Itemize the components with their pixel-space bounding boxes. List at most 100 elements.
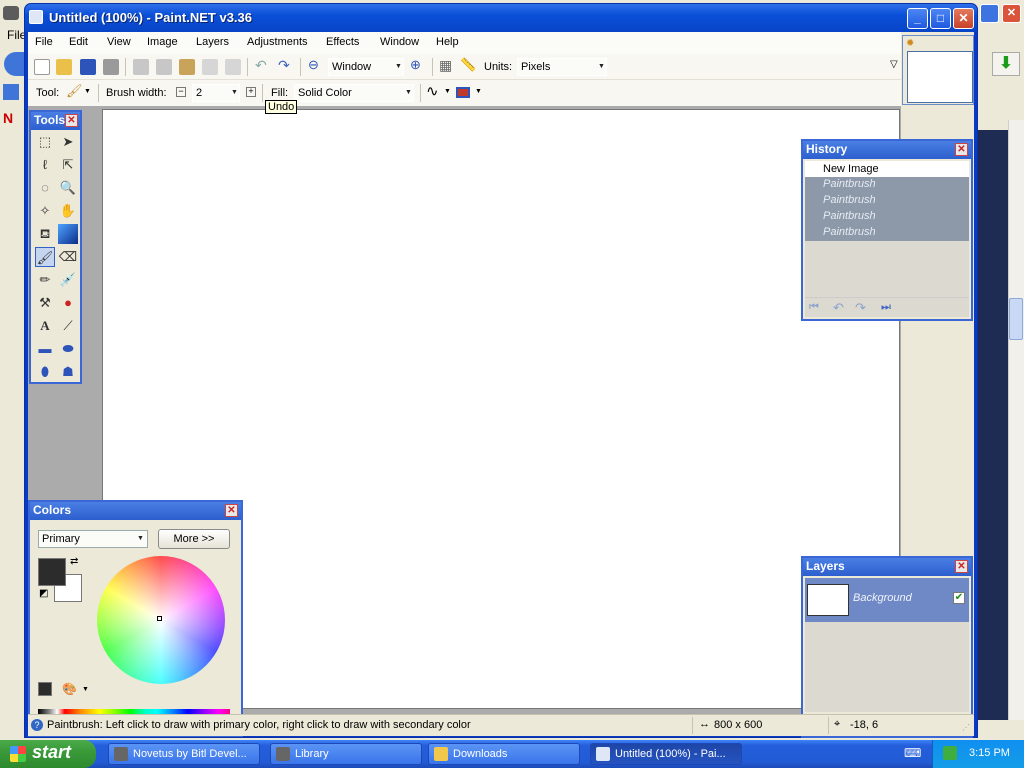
save-icon[interactable] — [80, 59, 96, 75]
background-close-button[interactable]: ✕ — [1002, 4, 1021, 23]
zoom-in-icon[interactable]: ⊕ — [410, 57, 421, 73]
primary-color-swatch[interactable] — [38, 558, 66, 586]
chevron-down-icon[interactable]: ▼ — [82, 686, 89, 693]
history-panel-title[interactable]: History ✕ — [803, 141, 971, 159]
close-button[interactable]: ✕ — [953, 8, 974, 29]
antialiasing-icon[interactable]: ∿ — [426, 82, 439, 100]
magic-wand-icon[interactable]: ✧ — [35, 201, 55, 221]
zoom-select[interactable]: Window ▼ — [328, 58, 404, 76]
recolor-icon[interactable]: ● — [58, 293, 78, 313]
taskbar-item-active[interactable]: Untitled (100%) - Pai... — [590, 743, 742, 765]
history-item[interactable]: Paintbrush — [823, 210, 876, 222]
color-picker-icon[interactable]: 💉 — [58, 270, 78, 290]
zoom-icon[interactable]: 🔍 — [58, 178, 78, 198]
background-restore-button[interactable] — [980, 4, 999, 23]
back-icon[interactable] — [4, 52, 24, 76]
layers-panel-close-button[interactable]: ✕ — [955, 560, 968, 573]
ruler-icon[interactable]: 📏 — [460, 57, 476, 73]
colors-panel-close-button[interactable]: ✕ — [225, 504, 238, 517]
colors-panel-title[interactable]: Colors ✕ — [30, 502, 241, 520]
paint-bucket-icon[interactable]: ⛾ — [35, 224, 55, 244]
blend-mode-icon[interactable] — [456, 87, 470, 98]
move-selection-icon[interactable]: ⇱ — [58, 155, 78, 175]
decrease-width-button[interactable]: − — [176, 87, 186, 97]
palette-options-icon[interactable]: 🎨 — [62, 682, 77, 696]
rewind-icon[interactable]: ⏮ — [809, 301, 819, 314]
rounded-rectangle-icon[interactable]: ⬬ — [58, 339, 78, 359]
more-colors-button[interactable]: More >> — [158, 529, 230, 549]
background-scrollbar[interactable] — [1008, 120, 1024, 720]
crop-icon[interactable] — [202, 59, 218, 75]
keyboard-icon[interactable]: ⌨ — [904, 746, 921, 760]
line-curve-icon[interactable]: ⟋ — [58, 316, 78, 336]
history-item[interactable]: Paintbrush — [823, 178, 876, 190]
gradient-icon[interactable] — [58, 224, 78, 244]
move-selected-icon[interactable]: ➤ — [58, 132, 78, 152]
redo-icon[interactable]: ↷ — [855, 300, 866, 316]
layer-row[interactable]: Background ✔ — [805, 578, 969, 622]
history-item[interactable]: New Image — [805, 161, 969, 177]
history-item[interactable]: Paintbrush — [823, 226, 876, 238]
fast-forward-icon[interactable]: ⏭ — [881, 301, 891, 314]
tools-panel-close-button[interactable]: ✕ — [65, 114, 78, 127]
deselect-icon[interactable] — [225, 59, 241, 75]
ellipse-select-icon[interactable]: ◌ — [35, 178, 55, 198]
pencil-icon[interactable]: ✏ — [35, 270, 55, 290]
maximize-button[interactable]: □ — [930, 8, 951, 29]
color-wheel[interactable] — [97, 556, 225, 684]
taskbar-item[interactable]: Novetus by Bitl Devel... — [108, 743, 260, 765]
fill-select[interactable]: Solid Color ▼ — [294, 84, 414, 102]
tools-panel-title[interactable]: Tools ✕ — [31, 112, 80, 130]
reset-colors-icon[interactable]: ◩ — [39, 588, 48, 599]
download-arrow-icon[interactable]: ⬇ — [992, 52, 1020, 76]
text-icon[interactable]: A — [35, 316, 55, 336]
paintbrush-tool-icon[interactable]: 🖌 — [35, 247, 55, 267]
menu-file[interactable]: File — [35, 36, 53, 48]
history-item[interactable]: Paintbrush — [823, 194, 876, 206]
print-icon[interactable] — [103, 59, 119, 75]
menu-window[interactable]: Window — [380, 36, 419, 48]
image-thumbnail[interactable] — [907, 51, 973, 103]
zoom-out-icon[interactable]: ⊖ — [308, 57, 319, 73]
menu-adjustments[interactable]: Adjustments — [247, 36, 308, 48]
start-button[interactable]: start — [0, 740, 96, 768]
paste-icon[interactable] — [179, 59, 195, 75]
open-icon[interactable] — [56, 59, 72, 75]
lasso-select-icon[interactable]: ℓ — [35, 155, 55, 175]
minimize-button[interactable]: _ — [907, 8, 928, 29]
new-icon[interactable] — [34, 59, 50, 75]
title-bar[interactable]: Untitled (100%) - Paint.NET v3.36 _ □ ✕ — [25, 4, 977, 32]
freeform-shape-icon[interactable]: ☗ — [58, 362, 78, 382]
taskbar-item[interactable]: Library — [270, 743, 422, 765]
color-mode-select[interactable]: Primary ▼ — [38, 530, 148, 548]
undo-icon[interactable]: ↶ — [255, 57, 267, 74]
color-wheel-cursor[interactable] — [157, 616, 162, 621]
redo-icon[interactable]: ↷ — [278, 57, 290, 74]
palette-menu-icon[interactable] — [38, 682, 52, 696]
history-panel-close-button[interactable]: ✕ — [955, 143, 968, 156]
menu-help[interactable]: Help — [436, 36, 459, 48]
clock[interactable]: 3:15 PM — [969, 747, 1010, 759]
increase-width-button[interactable]: + — [246, 87, 256, 97]
swap-colors-icon[interactable]: ⇄ — [70, 556, 78, 567]
layers-panel-title[interactable]: Layers ✕ — [803, 558, 971, 576]
menu-effects[interactable]: Effects — [326, 36, 359, 48]
chevron-down-icon[interactable]: ▼ — [475, 88, 482, 95]
menu-image[interactable]: Image — [147, 36, 178, 48]
menu-layers[interactable]: Layers — [196, 36, 229, 48]
clone-stamp-icon[interactable]: ⚒ — [35, 293, 55, 313]
paintbrush-icon[interactable]: 🖌 — [66, 83, 83, 99]
ellipse-icon[interactable]: ⬮ — [35, 362, 55, 382]
rectangle-select-icon[interactable]: ⬚ — [35, 132, 55, 152]
eraser-icon[interactable]: ⌫ — [58, 247, 78, 267]
menu-edit[interactable]: Edit — [69, 36, 88, 48]
cut-icon[interactable] — [133, 59, 149, 75]
grid-icon[interactable]: ▦ — [439, 57, 452, 74]
toolbar-overflow-icon[interactable]: ▽ — [890, 59, 898, 70]
copy-icon[interactable] — [156, 59, 172, 75]
background-scrollbar-thumb[interactable] — [1009, 298, 1023, 340]
chevron-down-icon[interactable]: ▼ — [444, 88, 451, 95]
tray-app-icon[interactable] — [943, 746, 957, 760]
rectangle-icon[interactable]: ▬ — [35, 339, 55, 359]
search-icon[interactable] — [3, 84, 19, 100]
